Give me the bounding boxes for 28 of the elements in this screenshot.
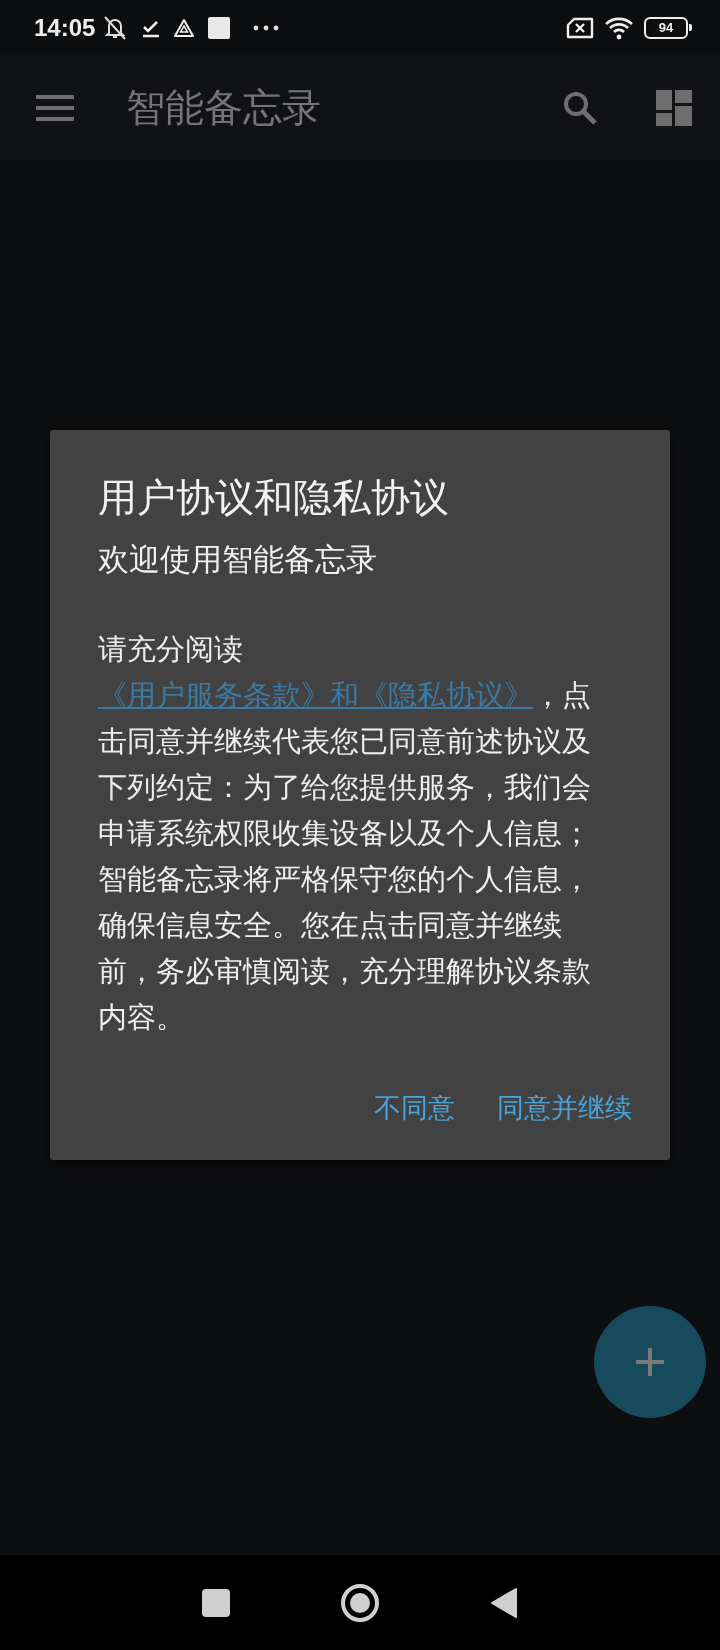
more-icon xyxy=(253,24,280,31)
square-icon xyxy=(202,1588,230,1617)
search-icon xyxy=(562,89,598,126)
circle-icon xyxy=(340,1582,380,1623)
agreement-text: 请充分阅读 《用户服务条款》和《隐私协议》，点击同意并继续代表您已同意前述协议及下列约定：为了给您提供服务，我们会申请系统权限收集设备以及个人信息； xyxy=(98,631,592,852)
battery-level: 94 xyxy=(644,16,688,39)
decline-button[interactable]: 不同意 xyxy=(366,1082,463,1134)
square-icon xyxy=(207,15,232,40)
back-button[interactable] xyxy=(490,1586,518,1619)
search-button[interactable] xyxy=(562,89,598,126)
menu-icon xyxy=(36,93,74,122)
dashboard-icon xyxy=(656,89,692,126)
dialog-subtitle: 欢迎使用智能备忘录 xyxy=(98,540,378,579)
triangle-icon xyxy=(173,17,196,38)
sim-error-icon xyxy=(566,16,594,39)
plus-icon xyxy=(635,1347,665,1377)
layout-button[interactable] xyxy=(656,89,692,126)
agreement-link[interactable]: 《用户服务条款》和《隐私协议》 xyxy=(98,678,533,712)
accept-button[interactable]: 同意并继续 xyxy=(489,1082,640,1134)
wifi-icon xyxy=(604,15,634,40)
privacy-note: 智能备忘录将严格保守您的个人信息，确保信息安全。您在点击同意并继续前，务必审慎阅读，充分理解协议条款内容。 xyxy=(98,861,592,1036)
dialog-title: 用户协议和隐私协议 xyxy=(98,474,450,522)
app-title: 智能备忘录 xyxy=(126,83,322,132)
menu-button[interactable] xyxy=(36,93,74,122)
back-icon xyxy=(490,1586,518,1619)
recents-button[interactable] xyxy=(202,1588,230,1617)
clock-time: 14:05 xyxy=(34,13,96,42)
home-button[interactable] xyxy=(340,1582,380,1623)
